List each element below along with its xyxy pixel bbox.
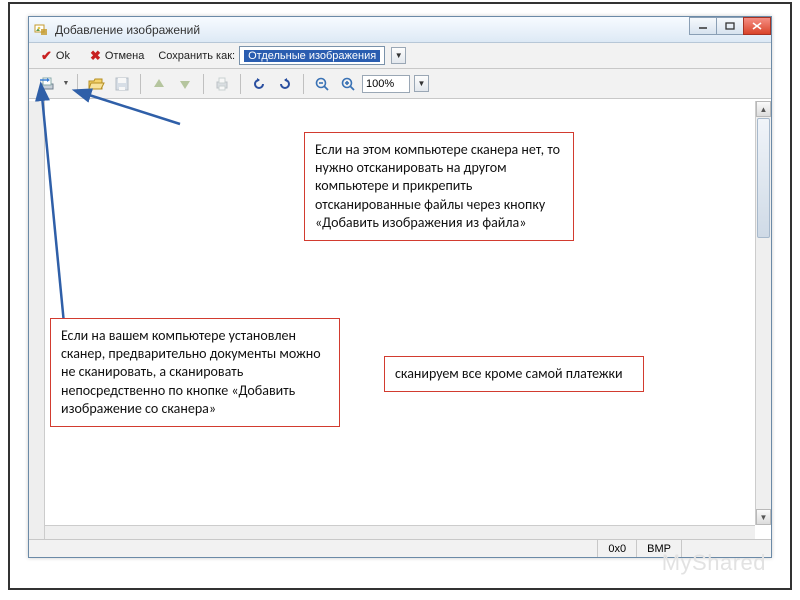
window-title: Добавление изображений <box>55 23 200 37</box>
status-dimensions: 0x0 <box>597 540 636 557</box>
app-window: Добавление изображений ✔ Ok ✖ <box>28 16 772 558</box>
callout-no-scanner: Если на этом компьютере сканера нет, то … <box>304 132 574 241</box>
save-as-group: Сохранить как: Отдельные изображения ▼ <box>158 46 406 65</box>
add-from-scanner-button[interactable] <box>35 72 59 96</box>
scanner-dropdown[interactable]: ▼ <box>61 72 71 96</box>
zoom-value: 100% <box>366 78 394 90</box>
minimize-button[interactable] <box>689 17 717 35</box>
toolbar-image: ▼ <box>29 69 771 99</box>
window-controls <box>690 17 771 37</box>
titlebar: Добавление изображений <box>29 17 771 43</box>
combo-dropdown-button[interactable]: ▼ <box>391 47 406 64</box>
check-icon: ✔ <box>41 48 52 64</box>
separator-icon <box>303 74 304 94</box>
zoom-in-button[interactable] <box>336 72 360 96</box>
rotate-right-button[interactable] <box>273 72 297 96</box>
save-as-label: Сохранить как: <box>158 50 235 62</box>
separator-icon <box>140 74 141 94</box>
save-button[interactable] <box>110 72 134 96</box>
close-button[interactable] <box>743 17 771 35</box>
zoom-value-box[interactable]: 100% <box>362 75 410 93</box>
slide-frame: Добавление изображений ✔ Ok ✖ <box>8 2 792 590</box>
scroll-thumb[interactable] <box>757 118 770 238</box>
rotate-left-button[interactable] <box>247 72 271 96</box>
statusbar: 0x0 BMP <box>29 539 771 557</box>
zoom-out-button[interactable] <box>310 72 334 96</box>
ok-button[interactable]: ✔ Ok <box>35 46 76 66</box>
separator-icon <box>77 74 78 94</box>
move-down-button[interactable] <box>173 72 197 96</box>
separator-icon <box>240 74 241 94</box>
toolbar-main: ✔ Ok ✖ Отмена Сохранить как: Отдельные и… <box>29 43 771 69</box>
vertical-scrollbar[interactable]: ▲ ▼ <box>755 101 771 525</box>
print-button[interactable] <box>210 72 234 96</box>
callout-has-scanner: Если на вашем компьютере установлен скан… <box>50 318 340 427</box>
save-as-value: Отдельные изображения <box>244 50 380 62</box>
scroll-up-button[interactable]: ▲ <box>756 101 771 117</box>
zoom-dropdown-button[interactable]: ▼ <box>414 75 429 92</box>
cancel-button[interactable]: ✖ Отмена <box>84 46 150 66</box>
scroll-down-button[interactable]: ▼ <box>756 509 771 525</box>
app-icon <box>33 22 49 38</box>
maximize-button[interactable] <box>716 17 744 35</box>
watermark: MyShared <box>662 550 766 576</box>
move-up-button[interactable] <box>147 72 171 96</box>
save-as-combo[interactable]: Отдельные изображения <box>239 46 385 65</box>
horizontal-scrollbar[interactable] <box>45 525 755 539</box>
callout-scan-note: сканируем все кроме самой платежки <box>384 356 644 392</box>
cross-icon: ✖ <box>90 48 101 64</box>
thumbnail-strip <box>29 101 45 539</box>
add-from-file-button[interactable] <box>84 72 108 96</box>
separator-icon <box>203 74 204 94</box>
